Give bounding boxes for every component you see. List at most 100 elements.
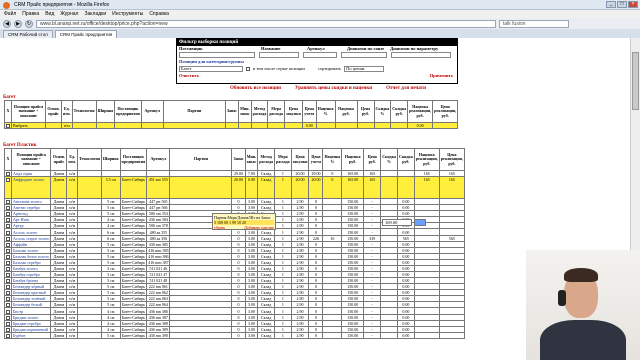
close-window-button[interactable]: ×: [628, 1, 638, 8]
cell-real: 165: [438, 176, 465, 200]
cell-name[interactable]: Бельведер зелёный: [10, 295, 52, 303]
cell-name[interactable]: Бриджи коричневый: [10, 325, 52, 333]
row-checkbox[interactable]: [6, 230, 10, 235]
filter-actions: Очистить Применить: [177, 72, 457, 79]
row-checkbox[interactable]: [6, 218, 10, 222]
browser-tab[interactable]: CRM Рабочий стол: [3, 30, 53, 38]
cell-minstock: 3.00: [244, 331, 259, 339]
table-row[interactable]: Анфродите золото Длина п/м 3.5 см Багет-Сиби…: [4, 176, 465, 200]
column-header: Позиция прайса название + описание: [10, 148, 52, 171]
menu-item[interactable]: Вид: [45, 10, 54, 18]
print-report-link[interactable]: Отчет для печати: [386, 86, 426, 91]
row-checkbox-cell[interactable]: [4, 176, 12, 200]
cell-name[interactable]: Ассоль старое золото: [10, 234, 52, 242]
column-header: Запас: [224, 100, 239, 123]
cell-name[interactable]: Бельведер красный: [10, 289, 52, 297]
tab-bar: CRM Рабочий стол CRM Прайс предприятия: [0, 29, 640, 38]
cell-supplier: Багет-Сибирь: [119, 307, 148, 315]
cell-article: 436 mn 388: [146, 319, 171, 327]
cell-supplier: Багет-Сибирь: [119, 240, 148, 248]
grey-positions-checkbox[interactable]: [246, 66, 250, 71]
row-checkbox[interactable]: [6, 327, 10, 332]
row-checkbox[interactable]: [6, 321, 10, 326]
sort-select[interactable]: По ценам: [344, 65, 385, 72]
reload-icon[interactable]: ↻: [25, 19, 33, 28]
row-checkbox[interactable]: [6, 200, 10, 204]
window-title: CRM Прайс предприятия - Mozilla Firefox: [14, 2, 110, 8]
row-checkbox[interactable]: [6, 254, 10, 259]
row-checkbox[interactable]: [6, 248, 10, 253]
apply-filter-link[interactable]: Применить: [430, 73, 453, 78]
row-checkbox[interactable]: [6, 172, 10, 176]
menu-item[interactable]: Закладки: [84, 10, 106, 18]
row-checkbox[interactable]: [6, 303, 10, 307]
row-checkbox-cell[interactable]: [4, 331, 12, 339]
row-checkbox[interactable]: [6, 242, 10, 247]
row-checkbox[interactable]: [6, 297, 10, 301]
row-checkbox[interactable]: [6, 309, 10, 314]
cell-name[interactable]: Анфродите золото: [10, 176, 52, 200]
row-checkbox[interactable]: [6, 212, 10, 216]
row-checkbox[interactable]: [6, 260, 10, 265]
cell-disc_rub: 0.00: [396, 331, 415, 339]
row-checkbox[interactable]: [6, 333, 10, 338]
browser-tab[interactable]: CRM Прайс предприятия: [54, 30, 118, 38]
table-cell: [169, 176, 233, 200]
add-batch-link[interactable]: Добавить партию: [244, 225, 274, 230]
row-checkbox[interactable]: [6, 279, 10, 283]
row-checkbox[interactable]: [6, 124, 10, 128]
refresh-positions-link[interactable]: Обновить все позиции: [230, 86, 281, 91]
recalc-prices-link[interactable]: Уравнять цены скидки и наценки: [295, 86, 372, 91]
clear-filter-link[interactable]: Очистить: [179, 73, 199, 78]
scrollbar-thumb[interactable]: [632, 52, 639, 110]
param-range-input[interactable]: [391, 52, 451, 58]
maximize-button[interactable]: □: [617, 1, 627, 8]
forward-icon[interactable]: ▶: [14, 19, 22, 28]
range-input[interactable]: [341, 52, 387, 58]
sort-label: сортировать: [317, 66, 342, 71]
filter-title: Фильтр выборки позиций: [177, 39, 457, 46]
row-checkbox[interactable]: [6, 285, 10, 289]
remove-batch-link[interactable]: убрать: [214, 225, 225, 230]
column-header: Цена закупки: [284, 100, 303, 123]
table-row[interactable]: Выбрать п/м 0.00 0.00: [4, 121, 459, 130]
price-edit-selection[interactable]: [414, 219, 426, 226]
menu-item[interactable]: Справка: [149, 10, 169, 18]
minimize-button[interactable]: _: [606, 1, 616, 8]
name-input[interactable]: [259, 52, 299, 58]
article-input[interactable]: [303, 52, 337, 58]
search-input[interactable]: talk fusion: [499, 19, 569, 28]
price-edit-input[interactable]: 169.00: [382, 219, 412, 226]
cell-article: 511 021 46: [146, 264, 171, 273]
cell-name[interactable]: Бурбон: [10, 331, 52, 339]
category-select[interactable]: Багет: [179, 65, 243, 72]
cell-stock: 0: [231, 331, 246, 339]
row-checkbox[interactable]: [6, 267, 10, 271]
cell-disc: [380, 331, 398, 339]
cell-minstock: 0.00: [244, 176, 259, 200]
row-checkbox[interactable]: [6, 291, 10, 295]
menu-item[interactable]: Инструменты: [112, 10, 143, 18]
address-bar[interactable]: www.bl.ananp.net.ru/office/desktop/price…: [36, 19, 496, 28]
row-checkbox[interactable]: [6, 224, 10, 228]
cell-buy: 2.90: [290, 331, 310, 339]
row-checkbox[interactable]: [6, 315, 10, 320]
table-header-row: X Позиция прайса название + описание Основ…: [4, 100, 459, 123]
row-checkbox[interactable]: [6, 206, 10, 210]
table-cell: [390, 121, 409, 130]
table-row[interactable]: Бурбон Длина п/м 5 см Багет-Сибирь 430 mn 390…: [4, 331, 465, 339]
table-cell: [169, 331, 233, 339]
menu-item[interactable]: Журнал: [60, 10, 78, 18]
row-checkbox[interactable]: [6, 236, 10, 241]
row-checkbox[interactable]: [6, 273, 10, 277]
menu-item[interactable]: Файл: [4, 10, 16, 18]
cell-article: 222 mn 061: [146, 283, 171, 291]
cell-name[interactable]: Бальзак белое золото: [10, 252, 52, 260]
row-checkbox[interactable]: [6, 178, 10, 183]
table-cell: [267, 121, 286, 130]
position-name[interactable]: Выбрать: [11, 121, 46, 130]
menu-item[interactable]: Правка: [22, 10, 39, 18]
supplier-select[interactable]: [179, 52, 255, 58]
row-checkbox-cell[interactable]: [4, 121, 12, 130]
back-icon[interactable]: ◀: [3, 19, 11, 28]
